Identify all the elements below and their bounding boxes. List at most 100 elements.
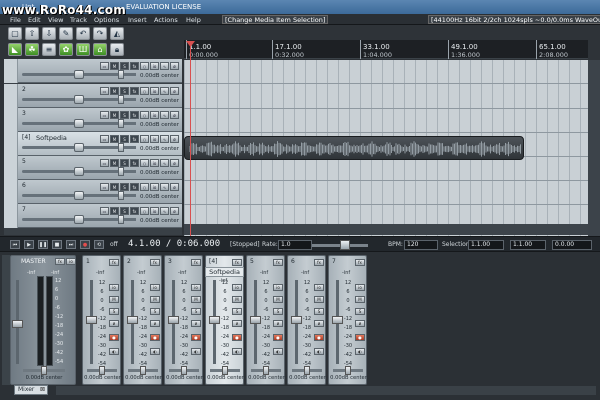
track-lane[interactable] bbox=[184, 109, 588, 133]
envelope-icon[interactable]: ∿ bbox=[160, 62, 169, 70]
menu-view[interactable]: View bbox=[48, 16, 63, 24]
menu-options[interactable]: Options bbox=[94, 16, 119, 24]
strip-monitor-icon[interactable]: ◐ bbox=[273, 348, 283, 355]
snap-icon[interactable]: ◣ bbox=[8, 43, 22, 56]
io-button[interactable]: io bbox=[150, 159, 159, 167]
strip-record-arm-icon[interactable]: ● bbox=[314, 334, 324, 341]
strip-pan-handle[interactable] bbox=[222, 366, 228, 375]
track-volume-fader[interactable] bbox=[22, 191, 122, 200]
track-volume-handle[interactable] bbox=[74, 70, 84, 79]
strip-record-arm-icon[interactable]: ● bbox=[150, 334, 160, 341]
track-row[interactable]: 3 ▭ M S fx ○ io ∿ ø 0.00dB center bbox=[4, 108, 182, 132]
strip-pan-slider[interactable] bbox=[251, 366, 281, 375]
fx-button[interactable]: fx bbox=[130, 87, 139, 95]
envelope-icon[interactable]: ∿ bbox=[160, 183, 169, 191]
phase-icon[interactable]: ø bbox=[170, 87, 179, 95]
strip-phase-icon[interactable]: ø bbox=[355, 320, 365, 327]
selection-end-field[interactable]: 1.1.00 bbox=[510, 240, 546, 250]
strip-mute-button[interactable]: M bbox=[150, 296, 160, 303]
go-to-start-icon[interactable]: ⏮ bbox=[10, 240, 20, 249]
strip-phase-icon[interactable]: ø bbox=[232, 320, 242, 327]
folder-icon[interactable]: ▭ bbox=[100, 111, 109, 119]
phase-icon[interactable]: ø bbox=[170, 207, 179, 215]
master-fx-button[interactable]: fx bbox=[55, 258, 65, 265]
track-lane[interactable] bbox=[184, 157, 588, 181]
strip-solo-button[interactable]: S bbox=[314, 308, 324, 315]
arrange-horizontal-scrollbar[interactable] bbox=[184, 224, 588, 235]
new-project-icon[interactable]: ▢ bbox=[8, 27, 22, 40]
metronome-icon[interactable]: ◭ bbox=[110, 27, 124, 40]
track-row[interactable]: 2 ▭ M S fx ○ io ∿ ø 0.00dB center bbox=[4, 84, 182, 108]
strip-fx-button[interactable]: fx bbox=[273, 259, 283, 266]
folder-icon[interactable]: ▭ bbox=[100, 183, 109, 191]
strip-io-button[interactable]: io bbox=[355, 284, 365, 291]
master-pan-handle[interactable] bbox=[41, 366, 47, 375]
auto-crossfade-icon[interactable]: ⌂ bbox=[93, 43, 107, 56]
strip-monitor-icon[interactable]: ◐ bbox=[109, 348, 119, 355]
track-pan-handle[interactable] bbox=[118, 70, 124, 79]
media-item[interactable] bbox=[184, 136, 524, 160]
track-grip[interactable] bbox=[4, 59, 18, 83]
track-row[interactable]: ▭ M S fx ○ io ∿ ø 0.00dB center bbox=[4, 59, 182, 83]
track-pan-handle[interactable] bbox=[118, 191, 124, 200]
strip-solo-button[interactable]: S bbox=[273, 308, 283, 315]
menu-help[interactable]: Help bbox=[186, 16, 201, 24]
track-pan-handle[interactable] bbox=[118, 167, 124, 176]
strip-volume-fader[interactable] bbox=[86, 280, 97, 364]
strip-mute-button[interactable]: M bbox=[273, 296, 283, 303]
open-project-icon[interactable]: ⇧ bbox=[25, 27, 39, 40]
strip-solo-button[interactable]: S bbox=[232, 308, 242, 315]
strip-pan-handle[interactable] bbox=[345, 366, 351, 375]
rate-field[interactable]: 1.0 bbox=[278, 240, 312, 250]
phase-icon[interactable]: ø bbox=[170, 62, 179, 70]
strip-monitor-icon[interactable]: ◐ bbox=[314, 348, 324, 355]
pause-icon[interactable]: ❚❚ bbox=[38, 240, 48, 249]
strip-pan-handle[interactable] bbox=[181, 366, 187, 375]
track-pan-slider[interactable] bbox=[108, 167, 136, 176]
strip-solo-button[interactable]: S bbox=[109, 308, 119, 315]
record-icon[interactable]: ● bbox=[80, 240, 90, 249]
strip-phase-icon[interactable]: ø bbox=[191, 320, 201, 327]
track-volume-handle[interactable] bbox=[74, 167, 84, 176]
track-volume-fader[interactable] bbox=[22, 143, 122, 152]
track-volume-fader[interactable] bbox=[22, 167, 122, 176]
locking-icon[interactable]: ✿ bbox=[59, 43, 73, 56]
io-button[interactable]: io bbox=[150, 207, 159, 215]
track-grip[interactable] bbox=[4, 84, 18, 108]
strip-pan-slider[interactable] bbox=[292, 366, 322, 375]
mixer-dock-grip[interactable] bbox=[2, 255, 10, 385]
selection-length-field[interactable]: 0.0.00 bbox=[552, 240, 592, 250]
track-lane[interactable] bbox=[184, 85, 588, 109]
strip-monitor-icon[interactable]: ◐ bbox=[191, 348, 201, 355]
strip-io-button[interactable]: io bbox=[273, 284, 283, 291]
strip-pan-handle[interactable] bbox=[263, 366, 269, 375]
strip-pan-slider[interactable] bbox=[87, 366, 117, 375]
repeat-icon[interactable]: ⟲ bbox=[94, 240, 104, 249]
strip-solo-button[interactable]: S bbox=[191, 308, 201, 315]
strip-phase-icon[interactable]: ø bbox=[273, 320, 283, 327]
track-grip[interactable] bbox=[4, 108, 18, 132]
menu-insert[interactable]: Insert bbox=[128, 16, 147, 24]
strip-record-arm-icon[interactable]: ● bbox=[109, 334, 119, 341]
record-arm-icon[interactable]: ○ bbox=[140, 135, 149, 143]
strip-solo-button[interactable]: S bbox=[355, 308, 365, 315]
strip-io-button[interactable]: io bbox=[109, 284, 119, 291]
strip-io-button[interactable]: io bbox=[150, 284, 160, 291]
phase-icon[interactable]: ø bbox=[170, 135, 179, 143]
strip-pan-handle[interactable] bbox=[304, 366, 310, 375]
audio-device-status[interactable]: [44100Hz 16bit 2/2ch 1024spls ~0.0/0.0ms… bbox=[428, 15, 600, 24]
envelope-icon[interactable]: ∿ bbox=[160, 111, 169, 119]
fx-button[interactable]: fx bbox=[130, 183, 139, 191]
master-io-button[interactable]: io bbox=[66, 258, 76, 265]
menu-track[interactable]: Track bbox=[70, 16, 87, 24]
mute-button[interactable]: M bbox=[110, 159, 119, 167]
track-lane[interactable] bbox=[184, 181, 588, 205]
envelope-icon[interactable]: ∿ bbox=[160, 159, 169, 167]
fx-button[interactable]: fx bbox=[130, 111, 139, 119]
track-volume-handle[interactable] bbox=[74, 143, 84, 152]
strip-volume-fader[interactable] bbox=[209, 280, 220, 364]
record-arm-icon[interactable]: ○ bbox=[140, 207, 149, 215]
strip-pan-slider[interactable] bbox=[210, 366, 240, 375]
strip-fx-button[interactable]: fx bbox=[191, 259, 201, 266]
close-icon[interactable]: ⊠ bbox=[40, 386, 47, 393]
